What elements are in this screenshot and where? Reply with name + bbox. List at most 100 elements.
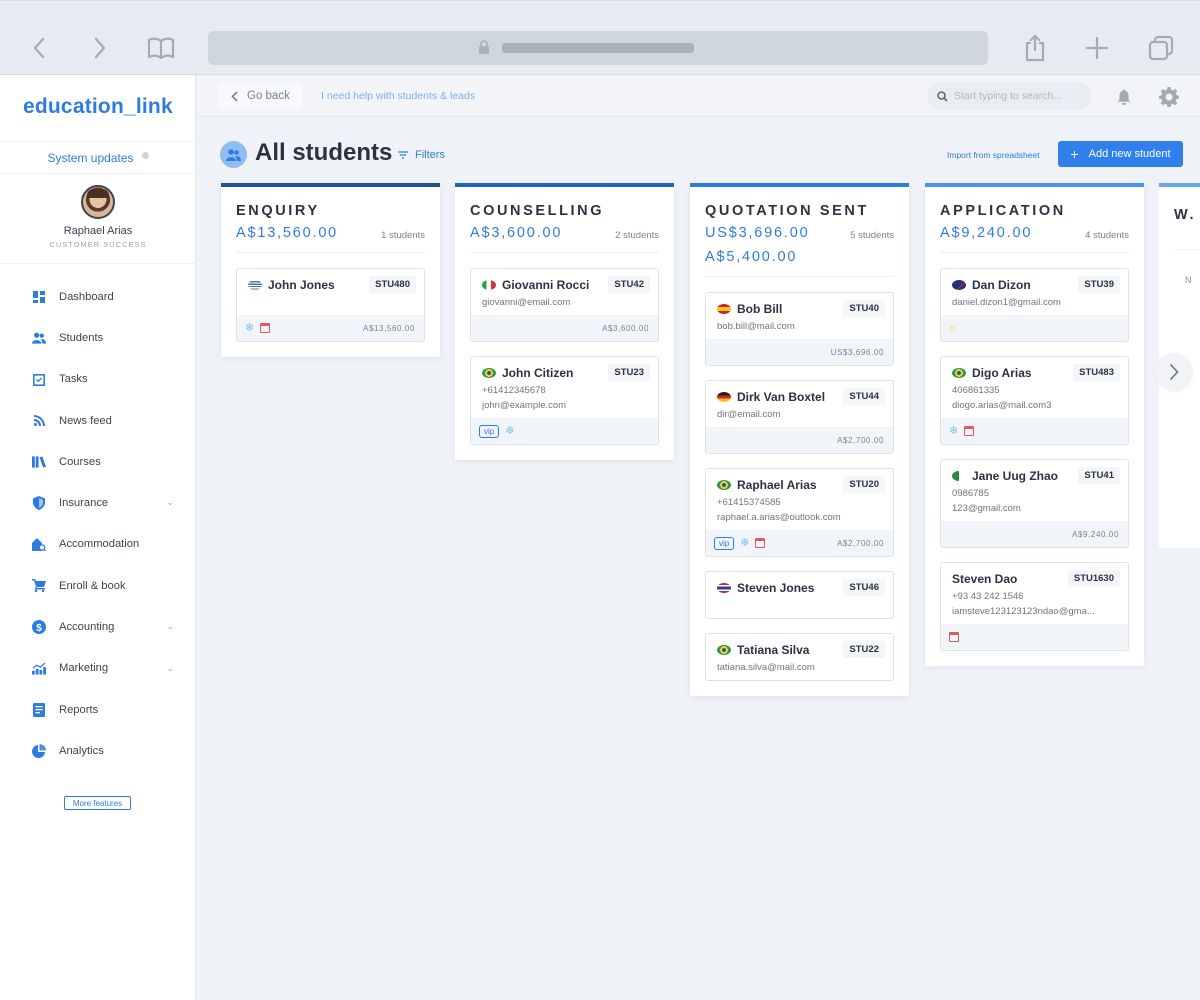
sidebar-item-marketing[interactable]: Marketing ⌄ — [0, 648, 196, 689]
sidebar-item-reports[interactable]: Reports — [0, 689, 196, 730]
share-button[interactable] — [1020, 33, 1050, 63]
settings-button[interactable] — [1159, 87, 1179, 112]
sidebar-item-courses[interactable]: Courses — [0, 441, 196, 482]
card-body: Steven Jones STU46 — [706, 572, 893, 618]
student-name-text: Bob Bill — [737, 302, 783, 316]
sidebar-item-students[interactable]: Students — [0, 317, 196, 358]
browser-forward-button[interactable] — [85, 33, 115, 63]
student-card[interactable]: Dirk Van Boxtel STU44 dir@email.com A$2,700… — [705, 380, 894, 454]
user-name: Raphael Arias — [63, 225, 133, 237]
user-profile[interactable]: Raphael Arias CUSTOMER SUCCESS — [0, 174, 196, 264]
contact-line: +93 43 242 1546 — [952, 591, 1024, 602]
student-count: 4 students — [1085, 230, 1129, 241]
kanban-column: ENQUIRY A$13,560.00 1 students John Jones ST… — [221, 183, 440, 357]
divider — [1174, 249, 1200, 250]
import-spreadsheet-link[interactable]: Import from spreadsheet — [947, 150, 1040, 160]
student-id-badge: STU42 — [608, 276, 650, 293]
accommodation-icon — [32, 537, 46, 551]
kanban-column: APPLICATION A$9,240.00 4 students Dan Dizon… — [925, 183, 1144, 666]
card-amount: A$3,600.00 — [602, 323, 649, 333]
student-id-badge: STU46 — [843, 579, 885, 596]
sidebar-item-label: Courses — [59, 455, 101, 468]
sidebar-item-dashboard[interactable]: Dashboard — [0, 276, 196, 317]
notifications-button[interactable] — [1117, 89, 1131, 110]
student-name-text: Dan Dizon — [972, 278, 1031, 292]
student-card[interactable]: Dan Dizon STU39 daniel.dizon1@gmail.com 🔥︎ — [940, 268, 1129, 342]
student-card[interactable]: Bob Bill STU40 bob.bill@mail.com US$3,696.0… — [705, 292, 894, 366]
contact-line: giovanni@email.com — [482, 297, 571, 308]
sidebar-item-insurance[interactable]: Insurance ⌄ — [0, 482, 196, 523]
student-card[interactable]: Raphael Arias STU20 +61415374585 raphael.a.… — [705, 468, 894, 557]
add-new-student-button[interactable]: + Add new student — [1058, 141, 1183, 167]
bookmarks-button[interactable] — [146, 33, 176, 63]
dollar-icon: $ — [32, 620, 46, 635]
chevron-left-icon — [231, 90, 238, 102]
app-logo[interactable]: education_link — [23, 95, 173, 119]
card-body: Tatiana Silva STU22 tatiana.silva@mail.com — [706, 634, 893, 680]
more-features-button[interactable]: More features — [64, 796, 131, 810]
student-card[interactable]: Steven Dao STU1630 +93 43 242 1546 iamsteve… — [940, 562, 1129, 651]
student-id-badge: STU40 — [843, 300, 885, 317]
sidebar-item-enroll-book[interactable]: Enroll & book — [0, 565, 196, 606]
contact-line: 406861335 — [952, 385, 1000, 396]
filters-button[interactable]: Filters — [398, 149, 445, 161]
address-bar[interactable] — [208, 31, 988, 65]
top-bar: Go back I need help with students & lead… — [196, 75, 1200, 117]
flag-thailand-icon — [717, 583, 731, 593]
contact-line: john@example.com — [482, 400, 567, 411]
card-amount: A$2,700.00 — [837, 538, 884, 548]
column-total: A$5,400.00 — [705, 249, 798, 265]
student-name-text: Tatiana Silva — [737, 643, 810, 657]
contact-line: daniel.dizon1@gmail.com — [952, 297, 1061, 308]
sidebar-item-label: Accounting — [59, 621, 115, 634]
sidebar-item-accounting[interactable]: $ Accounting ⌄ — [0, 606, 196, 647]
sidebar-item-news-feed[interactable]: News feed — [0, 400, 196, 441]
student-id-badge: STU20 — [843, 476, 885, 493]
student-card[interactable]: Giovanni Rocci STU42 giovanni@email.com A$3… — [470, 268, 659, 342]
contact-line: raphael.a.arias@outlook.com — [717, 512, 841, 523]
column-header: COUNSELLING A$3,600.00 2 students — [455, 187, 674, 243]
scroll-right-button[interactable] — [1155, 353, 1193, 391]
student-id-badge: STU480 — [369, 276, 416, 293]
flag-italy-icon — [482, 280, 496, 290]
card-body: Jane Uug Zhao STU41 0986785 123@gmail.com — [941, 460, 1128, 521]
card-footer: 🔥︎ — [941, 315, 1128, 341]
card-footer: A$2,700.00 — [706, 427, 893, 453]
student-card[interactable]: John Citizen STU23 +61412345678 john@exampl… — [470, 356, 659, 445]
student-card[interactable]: John Jones STU480 ❄ A$13,560.00 — [236, 268, 425, 342]
tabs-button[interactable] — [1146, 33, 1176, 63]
chevron-down-icon: ⌄ — [166, 662, 174, 673]
search-box[interactable] — [927, 82, 1092, 110]
kanban-column: COUNSELLING A$3,600.00 2 students Giovanni … — [455, 183, 674, 460]
card-body: Raphael Arias STU20 +61415374585 raphael.a.… — [706, 469, 893, 530]
sidebar-menu: Dashboard Students Tasks News feed Cours… — [0, 276, 196, 772]
new-tab-button[interactable] — [1082, 33, 1112, 63]
search-input[interactable] — [954, 90, 1084, 102]
sidebar-item-label: Insurance — [59, 497, 109, 510]
system-updates-link[interactable]: System updates — [0, 141, 196, 174]
go-back-button[interactable]: Go back — [219, 83, 302, 109]
contact-line: dir@email.com — [717, 409, 781, 420]
flag-brazil-icon — [482, 368, 496, 378]
flag-brazil-icon — [717, 645, 731, 655]
student-name-text: Digo Arias — [972, 366, 1032, 380]
sidebar-item-accommodation[interactable]: Accommodation — [0, 524, 196, 565]
column-header: QUOTATION SENT US$3,696.00 A$5,400.00 5 stu… — [690, 187, 909, 267]
student-id-badge: STU44 — [843, 388, 885, 405]
card-body: Bob Bill STU40 bob.bill@mail.com — [706, 293, 893, 339]
student-card[interactable]: Digo Arias STU483 406861335 diogo.arias@mai… — [940, 356, 1129, 445]
sidebar-item-tasks[interactable]: Tasks — [0, 359, 196, 400]
card-footer: A$3,600.00 — [471, 315, 658, 341]
student-card[interactable]: Jane Uug Zhao STU41 0986785 123@gmail.com A$… — [940, 459, 1129, 548]
flag-brazil-icon — [717, 480, 731, 490]
student-card[interactable]: Tatiana Silva STU22 tatiana.silva@mail.com — [705, 633, 894, 681]
gear-icon — [1159, 87, 1179, 107]
contact-line: diogo.arias@mail.com3 — [952, 400, 1052, 411]
card-body: John Jones STU480 — [237, 269, 424, 315]
browser-back-button[interactable] — [24, 33, 54, 63]
student-card[interactable]: Steven Jones STU46 — [705, 571, 894, 619]
help-link[interactable]: I need help with students & leads — [321, 90, 475, 102]
contact-line: bob.bill@mail.com — [717, 321, 795, 332]
sidebar-item-analytics[interactable]: Analytics — [0, 730, 196, 771]
card-list: Bob Bill STU40 bob.bill@mail.com US$3,696.0… — [690, 277, 909, 696]
